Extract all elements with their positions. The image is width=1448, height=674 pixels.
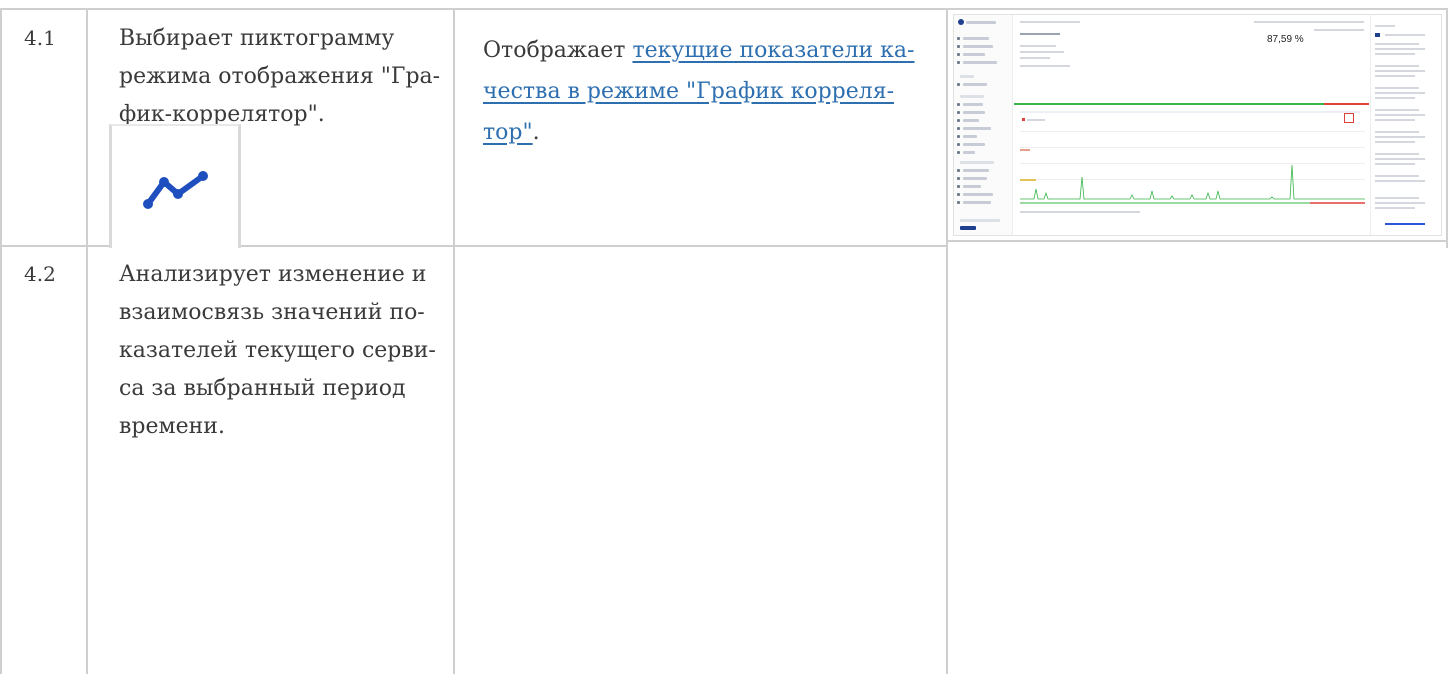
action-line: Выбирает пиктограмму bbox=[119, 26, 395, 51]
action-line: казателей текущего серви- bbox=[119, 338, 436, 363]
table-border bbox=[946, 8, 948, 674]
action-line: са за выбранный период bbox=[119, 376, 406, 401]
table-border bbox=[0, 8, 2, 674]
events-panel bbox=[1370, 15, 1441, 235]
response-link[interactable]: текущие показатели ка- bbox=[632, 38, 914, 63]
action-text: Выбирает пиктограмму режима отображения … bbox=[119, 20, 449, 134]
action-line: взаимосвязь значений по- bbox=[119, 300, 425, 325]
response-prefix: Отображает bbox=[483, 38, 633, 63]
response-text: Отображает текущие показатели ка- чества… bbox=[483, 30, 933, 153]
action-line: времени. bbox=[119, 414, 225, 439]
sidebar bbox=[954, 15, 1013, 235]
row-number: 4.2 bbox=[24, 262, 56, 286]
response-suffix: . bbox=[532, 120, 540, 145]
quality-percent: 87,59 % bbox=[1267, 34, 1304, 45]
action-text: Анализирует изменение и взаимосвязь знач… bbox=[119, 256, 449, 446]
table-border bbox=[86, 8, 88, 674]
table-border bbox=[946, 240, 1448, 242]
action-line: Анализирует изменение и bbox=[119, 262, 427, 287]
action-line: режима отображения "Гра- bbox=[119, 64, 441, 89]
main-panel bbox=[1014, 15, 1369, 235]
response-link[interactable]: тор" bbox=[483, 120, 533, 145]
line-chart-icon bbox=[143, 171, 208, 209]
table-border bbox=[453, 8, 455, 674]
row-number: 4.1 bbox=[24, 26, 56, 50]
response-link[interactable]: чества в режиме "График корреля- bbox=[483, 79, 894, 104]
app-screenshot: 87,59 % bbox=[953, 14, 1442, 236]
table-border bbox=[0, 8, 1448, 10]
icon-preview bbox=[109, 124, 241, 248]
